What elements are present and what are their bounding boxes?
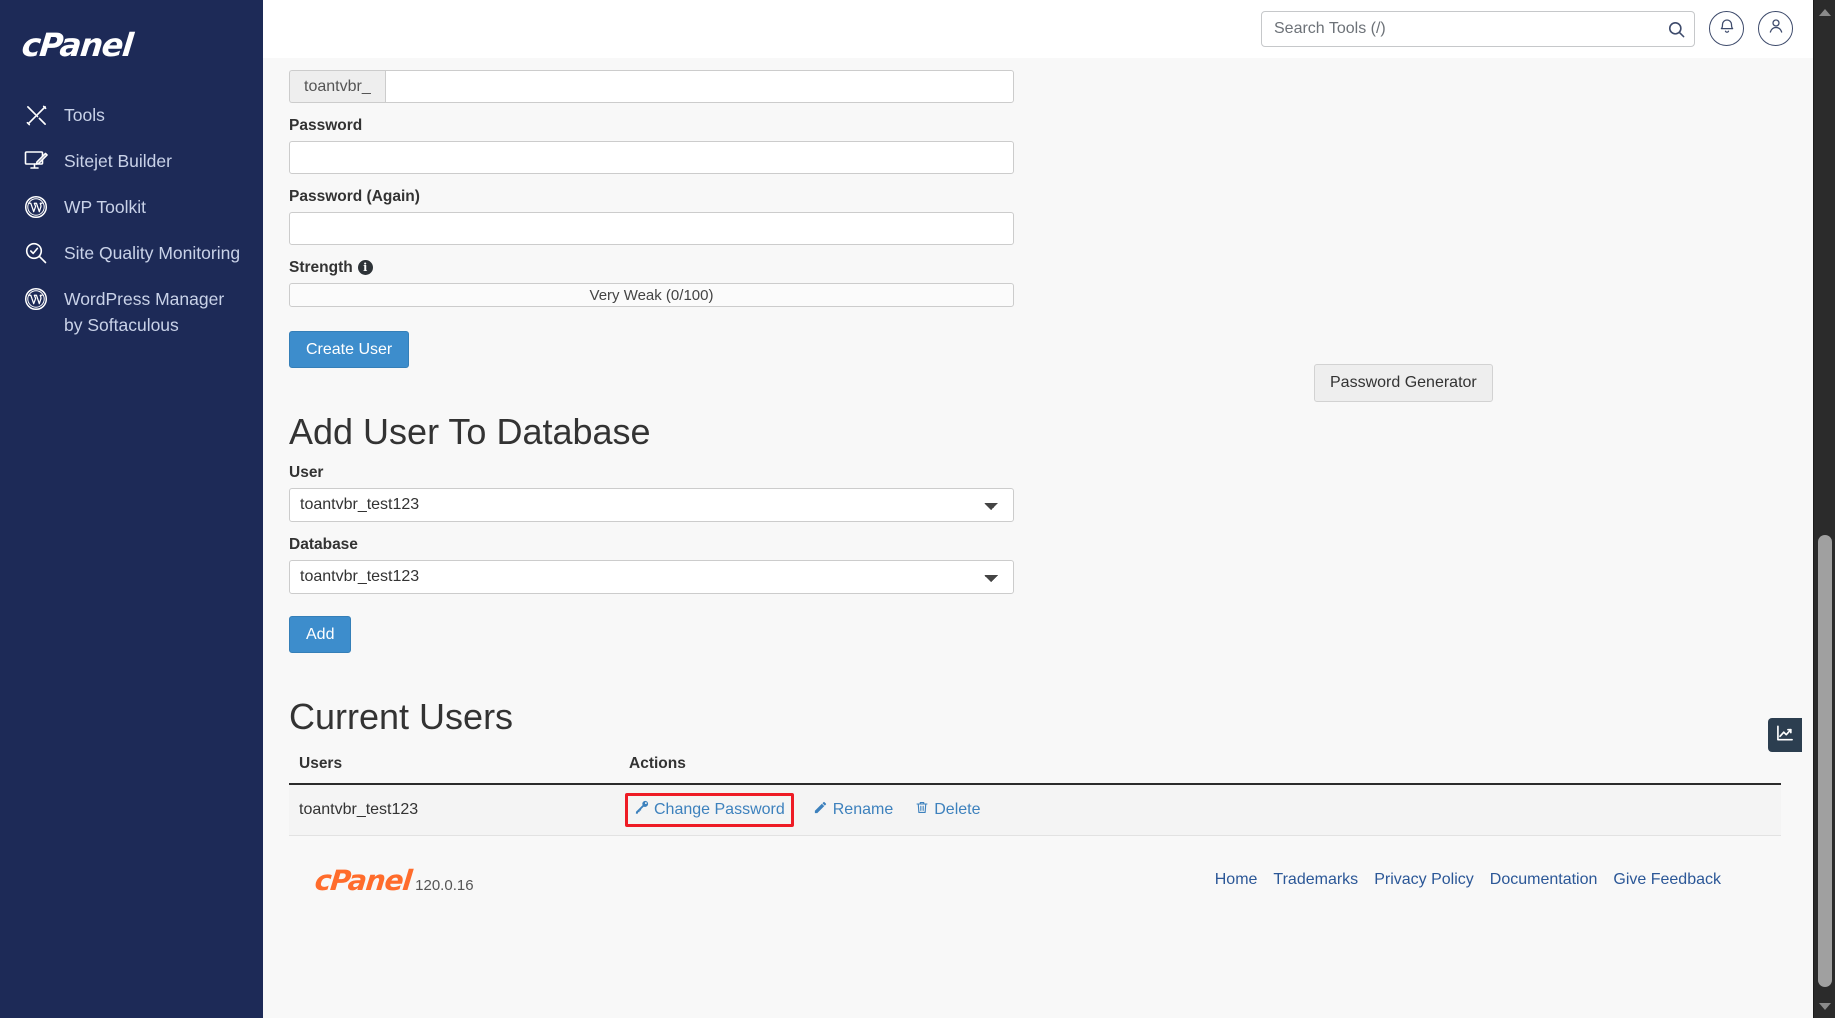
bell-icon: [1718, 17, 1736, 40]
top-header: [263, 0, 1835, 58]
password-strength-bar: Very Weak (0/100): [289, 283, 1014, 307]
sidebar-item-label: WordPress Manager by Softaculous: [64, 289, 225, 335]
vertical-scrollbar[interactable]: [1813, 0, 1835, 1018]
sidebar-item-label: Tools: [64, 105, 105, 125]
content-inner: toantvbr_ Password Password (Again) Stre…: [263, 58, 1793, 897]
table-row: toantvbr_test123 Change Password Rename …: [289, 783, 1781, 836]
add-button-row: Add: [289, 615, 1757, 653]
create-user-button[interactable]: Create User: [289, 331, 410, 369]
monitor-pen-icon: [22, 148, 50, 174]
current-users-title: Current Users: [289, 695, 514, 737]
notifications-button[interactable]: [1709, 11, 1744, 46]
page-footer: cPanel 120.0.16 Home Trademarks Privacy …: [289, 836, 1757, 897]
change-password-label: Change Password: [654, 800, 785, 818]
change-password-link[interactable]: Change Password: [634, 800, 785, 820]
sidebar-nav: Tools Sitejet Builder WP Toolkit Site Qu…: [0, 78, 263, 348]
wordpress-icon: [22, 286, 50, 312]
stats-widget-tab[interactable]: [1768, 718, 1802, 752]
sidebar-item-label: Sitejet Builder: [64, 151, 172, 171]
chevron-up-icon: [1819, 8, 1831, 16]
column-header-actions: Actions: [619, 748, 1781, 785]
db-user-select[interactable]: toantvbr_test123: [289, 487, 1014, 522]
database-select[interactable]: toantvbr_test123: [289, 559, 1014, 594]
username-field-row: toantvbr_: [289, 70, 1757, 103]
strength-label: Strength: [289, 259, 353, 276]
footer-links: Home Trademarks Privacy Policy Documenta…: [1215, 871, 1721, 889]
search-button[interactable]: [1663, 17, 1689, 43]
trash-icon: [915, 800, 929, 820]
main-area: toantvbr_ Password Password (Again) Stre…: [263, 0, 1835, 1018]
search-container: [1261, 10, 1695, 47]
scroll-up-arrow[interactable]: [1814, 2, 1835, 22]
password-label: Password: [289, 117, 363, 134]
delete-label: Delete: [934, 800, 981, 818]
info-icon[interactable]: i: [357, 260, 373, 275]
sidebar-item-wordpress-manager-by-softaculous[interactable]: WordPress Manager by Softaculous: [0, 276, 263, 348]
footer-link-documentation[interactable]: Documentation: [1490, 871, 1598, 889]
create-user-row: Create User: [289, 331, 1757, 369]
key-icon: [634, 800, 649, 820]
cell-username: toantvbr_test123: [289, 783, 619, 836]
magnifier-check-icon: [22, 240, 50, 266]
sidebar-item-tools[interactable]: Tools: [0, 92, 263, 138]
footer-brand: cPanel 120.0.16: [313, 863, 474, 897]
sidebar-item-wp-toolkit[interactable]: WP Toolkit: [0, 184, 263, 230]
password-generator-button[interactable]: Password Generator: [1314, 364, 1493, 402]
username-prefix-addon: toantvbr_: [289, 70, 385, 103]
footer-link-trademarks[interactable]: Trademarks: [1273, 871, 1358, 889]
account-button[interactable]: [1758, 11, 1793, 46]
wordpress-icon: [22, 194, 50, 220]
add-button[interactable]: Add: [289, 615, 352, 653]
database-label: Database: [289, 535, 358, 553]
footer-link-home[interactable]: Home: [1215, 871, 1258, 889]
chart-line-icon: [1775, 723, 1795, 748]
password-generator-wrap: Password Generator: [1314, 364, 1493, 402]
cell-actions: Change Password Rename Delete: [619, 783, 1781, 836]
column-header-users: Users: [289, 748, 619, 785]
cpanel-app: cPanel Tools Sitejet Builder WP Toolkit …: [0, 0, 1835, 1018]
sidebar-item-site-quality-monitoring[interactable]: Site Quality Monitoring: [0, 230, 263, 276]
password-again-input[interactable]: [289, 212, 1014, 245]
sidebar-item-sitejet-builder[interactable]: Sitejet Builder: [0, 138, 263, 184]
chevron-down-icon: [1819, 1002, 1831, 1010]
table-body: toantvbr_test123 Change Password Rename …: [289, 783, 1781, 836]
page-content: toantvbr_ Password Password (Again) Stre…: [263, 58, 1835, 1018]
scrollbar-thumb[interactable]: [1818, 535, 1832, 987]
scroll-down-arrow[interactable]: [1814, 996, 1835, 1016]
change-password-highlight: Change Password: [625, 792, 794, 827]
username-input[interactable]: [384, 70, 1014, 103]
password-input[interactable]: [289, 141, 1014, 174]
strength-label-row: Strength i: [289, 259, 1757, 277]
user-icon: [1767, 17, 1785, 40]
tools-icon: [22, 102, 50, 128]
pencil-icon: [813, 800, 828, 820]
search-input[interactable]: [1261, 10, 1695, 47]
cpanel-footer-logo: cPanel: [313, 863, 413, 897]
add-user-to-database-title: Add User To Database: [289, 411, 651, 453]
cpanel-version: 120.0.16: [415, 876, 474, 894]
sidebar-item-label: WP Toolkit: [64, 197, 147, 217]
sidebar: cPanel Tools Sitejet Builder WP Toolkit …: [0, 0, 263, 1018]
actions-group: Change Password Rename Delete: [625, 792, 1777, 827]
password-again-label: Password (Again): [289, 188, 420, 205]
cpanel-logo: cPanel: [20, 26, 135, 64]
db-user-label: User: [289, 463, 324, 481]
table-header-row: Users Actions: [289, 748, 1781, 785]
sidebar-brand[interactable]: cPanel: [0, 0, 263, 78]
sidebar-item-label: Site Quality Monitoring: [64, 243, 241, 263]
password-strength-value: Very Weak (0/100): [589, 286, 714, 304]
current-users-table: Users Actions toantvbr_test123 Change Pa…: [289, 748, 1781, 836]
delete-link[interactable]: Delete: [915, 800, 980, 820]
username-input-group: toantvbr_: [289, 70, 1014, 103]
table-head: Users Actions: [289, 748, 1781, 785]
rename-link[interactable]: Rename: [813, 800, 893, 820]
footer-link-privacy-policy[interactable]: Privacy Policy: [1374, 871, 1474, 889]
footer-link-give-feedback[interactable]: Give Feedback: [1613, 871, 1721, 889]
rename-label: Rename: [832, 800, 894, 818]
